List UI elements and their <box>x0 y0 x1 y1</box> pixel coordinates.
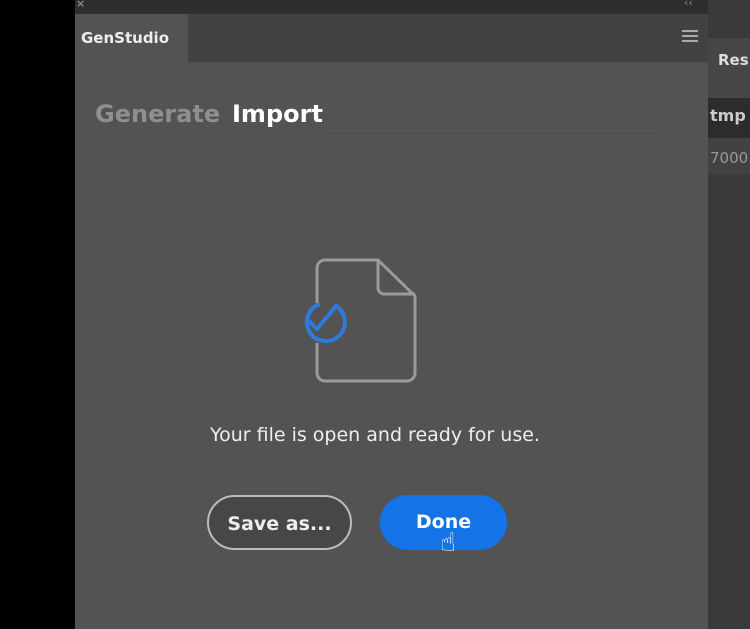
divider <box>330 130 660 131</box>
panel-top-bar <box>75 0 708 14</box>
right-panel-row[interactable]: 7000 <box>708 138 750 174</box>
panel-menu-icon[interactable] <box>682 30 698 42</box>
hand-cursor-icon: ☝ <box>440 528 456 558</box>
panel-tab-row: GenStudio <box>75 14 708 62</box>
status-message: Your file is open and ready for use. <box>210 424 540 446</box>
tab-genstudio[interactable]: GenStudio <box>75 14 188 62</box>
save-as-button[interactable]: Save as... <box>207 495 352 550</box>
tab-generate[interactable]: Generate <box>95 100 220 128</box>
right-panel-tab[interactable]: Res <box>708 38 750 98</box>
file-check-icon <box>304 258 417 383</box>
tab-import[interactable]: Import <box>232 100 323 128</box>
collapse-icon[interactable]: ‹‹ <box>684 0 693 9</box>
right-panel: Res tmp 7000 <box>708 0 750 629</box>
close-icon[interactable]: × <box>76 0 85 10</box>
right-panel-row[interactable]: tmp <box>708 98 750 138</box>
